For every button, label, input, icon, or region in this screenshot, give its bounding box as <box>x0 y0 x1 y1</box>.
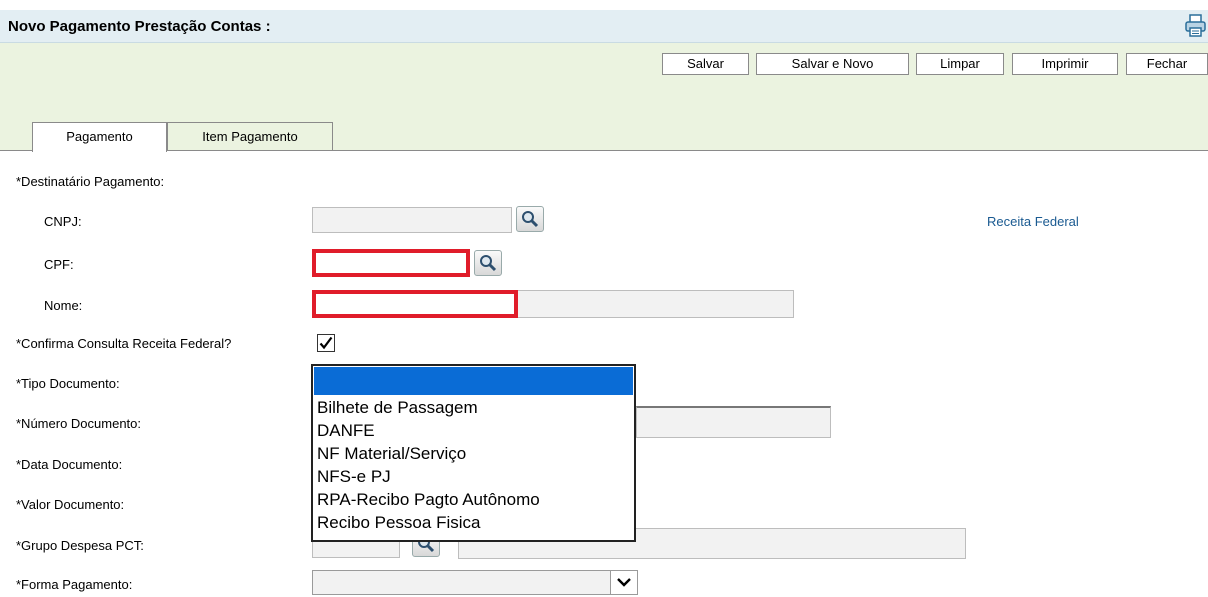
tipo-documento-listbox[interactable]: Bilhete de Passagem DANFE NF Material/Se… <box>311 364 636 542</box>
forma-pagamento-select[interactable] <box>312 570 638 595</box>
grupo-despesa-label: *Grupo Despesa PCT: <box>16 538 144 553</box>
printer-icon[interactable] <box>1184 14 1206 38</box>
cpf-label: CPF: <box>44 257 74 272</box>
data-documento-label: *Data Documento: <box>16 457 123 472</box>
close-button[interactable]: Fechar <box>1126 53 1208 75</box>
confirma-checkbox[interactable] <box>317 334 335 352</box>
tipo-option[interactable]: DANFE <box>317 419 375 443</box>
chevron-down-icon[interactable] <box>610 571 637 594</box>
print-button[interactable]: Imprimir <box>1012 53 1118 75</box>
destinatario-label: *Destinatário Pagamento: <box>16 174 165 189</box>
cpf-search-button[interactable] <box>474 250 502 276</box>
save-button[interactable]: Salvar <box>662 53 749 75</box>
numero-documento-label: *Número Documento: <box>16 416 141 431</box>
cpf-input[interactable] <box>312 249 470 277</box>
search-icon <box>522 211 539 228</box>
save-and-new-button[interactable]: Salvar e Novo <box>756 53 909 75</box>
tipo-option[interactable]: NFS-e PJ <box>317 465 391 489</box>
tabs-divider <box>0 150 1208 151</box>
cnpj-search-button[interactable] <box>516 206 544 232</box>
cnpj-label: CNPJ: <box>44 214 82 229</box>
forma-pagamento-label: *Forma Pagamento: <box>16 577 133 592</box>
tab-item-pagamento[interactable]: Item Pagamento <box>167 122 333 150</box>
checkmark-icon <box>319 336 333 350</box>
confirma-label: *Confirma Consulta Receita Federal? <box>16 336 232 351</box>
page-header: Novo Pagamento Prestação Contas : <box>0 10 1208 43</box>
receita-federal-link[interactable]: Receita Federal <box>987 214 1079 229</box>
valor-documento-label: *Valor Documento: <box>16 497 125 512</box>
tipo-documento-label: *Tipo Documento: <box>16 376 120 391</box>
tipo-option[interactable]: NF Material/Serviço <box>317 442 466 466</box>
search-icon <box>480 255 497 272</box>
cnpj-input[interactable] <box>312 207 512 233</box>
clear-button[interactable]: Limpar <box>916 53 1004 75</box>
tipo-option-blank-selected[interactable] <box>314 367 633 395</box>
nome-redacted-highlight <box>312 290 518 318</box>
numero-documento-input[interactable] <box>636 406 831 438</box>
tab-pagamento[interactable]: Pagamento <box>32 122 167 152</box>
tipo-option[interactable]: RPA-Recibo Pagto Autônomo <box>317 488 540 512</box>
nome-label: Nome: <box>44 298 83 313</box>
tipo-option[interactable]: Recibo Pessoa Fisica <box>317 511 480 535</box>
tipo-option[interactable]: Bilhete de Passagem <box>317 396 478 420</box>
page-title: Novo Pagamento Prestação Contas : <box>8 18 271 35</box>
